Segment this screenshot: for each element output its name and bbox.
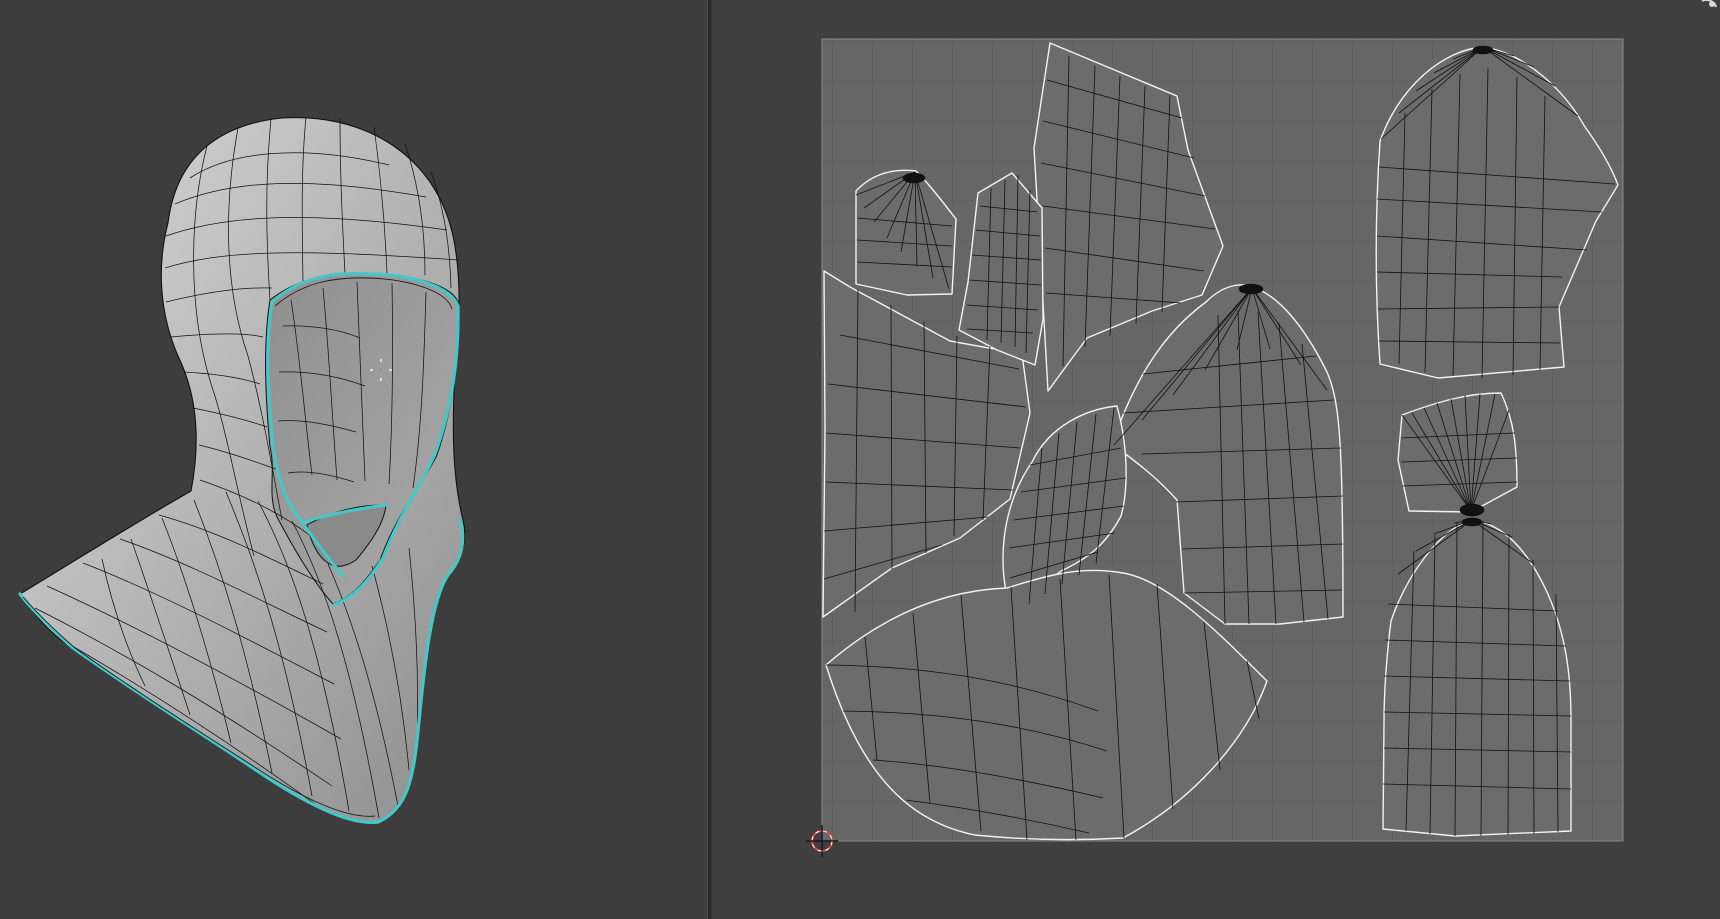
corner-widget-icon[interactable]: [1698, 0, 1720, 14]
hood-mesh[interactable]: [18, 116, 466, 825]
crown-fan-right[interactable]: [1397, 392, 1518, 513]
uv-editor[interactable]: [712, 0, 1720, 919]
pole-vertex-left: [902, 172, 926, 184]
uv-editing-workspace: [0, 0, 1720, 919]
pole-vertex-center: [1238, 283, 1264, 295]
3d-viewport[interactable]: [0, 0, 707, 919]
uv-canvas[interactable]: [712, 0, 1720, 919]
hood-mesh-view[interactable]: [0, 0, 707, 919]
pole-vertex-top-right: [1472, 45, 1494, 55]
pole-vertex-right: [1459, 503, 1485, 517]
pole-vertex-lower-right: [1461, 517, 1483, 527]
